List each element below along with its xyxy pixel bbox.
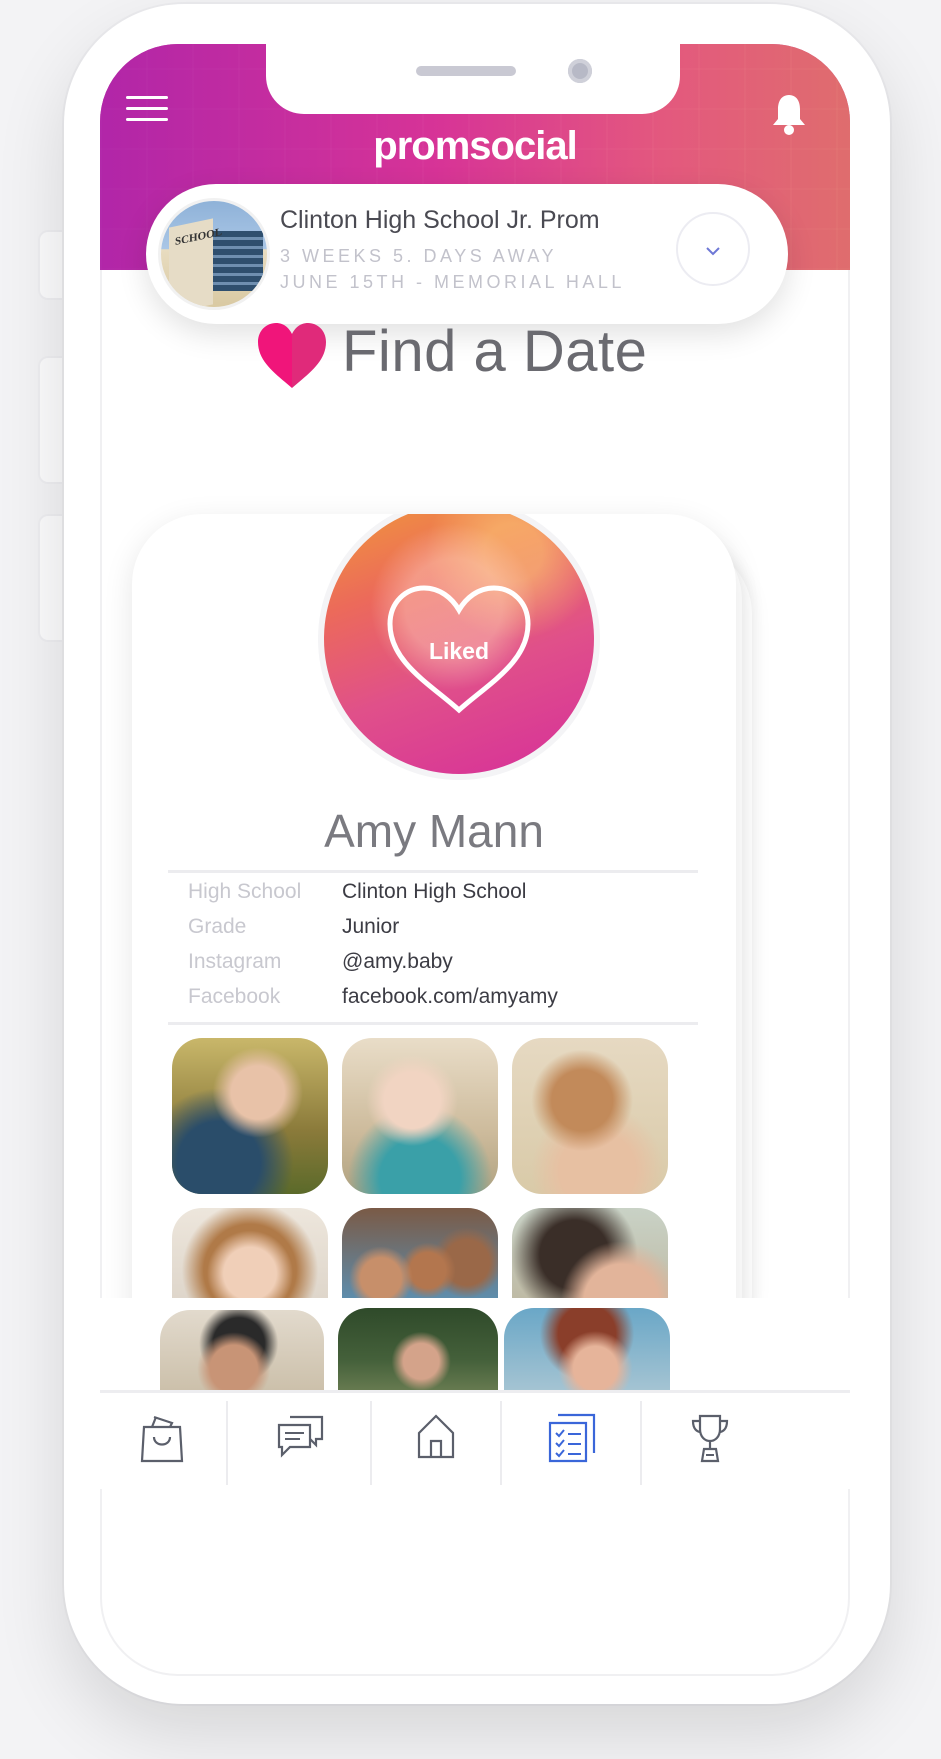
info-row-grade: Grade Junior <box>188 915 708 949</box>
event-title: Clinton High School Jr. Prom <box>280 206 600 234</box>
gallery-photo[interactable] <box>172 1038 328 1194</box>
profile-avatar[interactable]: Liked <box>318 514 600 780</box>
info-row-high-school: High School Clinton High School <box>188 880 708 914</box>
info-value: Junior <box>342 915 400 938</box>
gallery-photo[interactable] <box>342 1038 498 1194</box>
info-divider-bottom <box>168 1022 698 1025</box>
home-icon <box>417 1414 455 1459</box>
app-screen: promsocial SCHOOL Clinton High School Jr… <box>100 44 850 1676</box>
info-value[interactable]: facebook.com/amyamy <box>342 985 558 1009</box>
chat-bubbles-icon <box>277 1415 324 1458</box>
hamburger-menu-icon[interactable] <box>126 96 168 122</box>
school-thumbnail: SCHOOL <box>158 198 270 310</box>
checklist-icon <box>548 1413 596 1463</box>
heart-icon <box>258 323 326 388</box>
suggested-profile-photo[interactable] <box>338 1308 498 1394</box>
chevron-down-icon <box>706 247 720 256</box>
speaker <box>416 66 516 76</box>
app-logo: promsocial <box>373 124 577 168</box>
phone-notch <box>266 44 680 114</box>
info-row-instagram: Instagram @amy.baby <box>188 950 708 984</box>
info-label: Facebook <box>188 985 281 1008</box>
tab-awards[interactable] <box>642 1393 850 1485</box>
tab-checklist[interactable] <box>502 1393 640 1485</box>
liked-label: Liked <box>428 638 490 664</box>
info-value: Clinton High School <box>342 880 527 903</box>
event-dropdown-button[interactable] <box>676 212 750 286</box>
info-label: Instagram <box>188 950 282 973</box>
gallery-photo[interactable] <box>512 1038 668 1194</box>
info-divider-top <box>168 870 698 873</box>
profile-name: Amy Mann <box>324 805 544 857</box>
event-card[interactable]: SCHOOL Clinton High School Jr. Prom 3 WE… <box>146 184 788 324</box>
tab-chat[interactable] <box>228 1393 370 1485</box>
page-title: Find a Date <box>256 314 676 404</box>
shopping-bag-icon <box>140 1415 184 1463</box>
suggested-profile-photo[interactable] <box>160 1310 324 1394</box>
info-label: Grade <box>188 915 247 938</box>
info-row-facebook: Facebook facebook.com/amyamy <box>188 985 708 1019</box>
tab-home[interactable] <box>372 1393 500 1485</box>
profile-card[interactable]: Liked Amy Mann High School Clinton High … <box>132 514 736 1414</box>
page-title-text: Find a Date <box>342 319 648 384</box>
bottom-tab-bar <box>100 1390 850 1489</box>
trophy-icon <box>691 1414 729 1463</box>
event-date-venue: JUNE 15TH - MEMORIAL HALL <box>280 272 625 292</box>
camera <box>568 59 592 83</box>
suggested-profile-photo[interactable] <box>504 1308 670 1394</box>
info-label: High School <box>188 880 302 903</box>
tab-shop[interactable] <box>100 1393 226 1485</box>
info-value[interactable]: @amy.baby <box>342 950 453 974</box>
event-countdown: 3 WEEKS 5. DAYS AWAY <box>280 246 558 266</box>
